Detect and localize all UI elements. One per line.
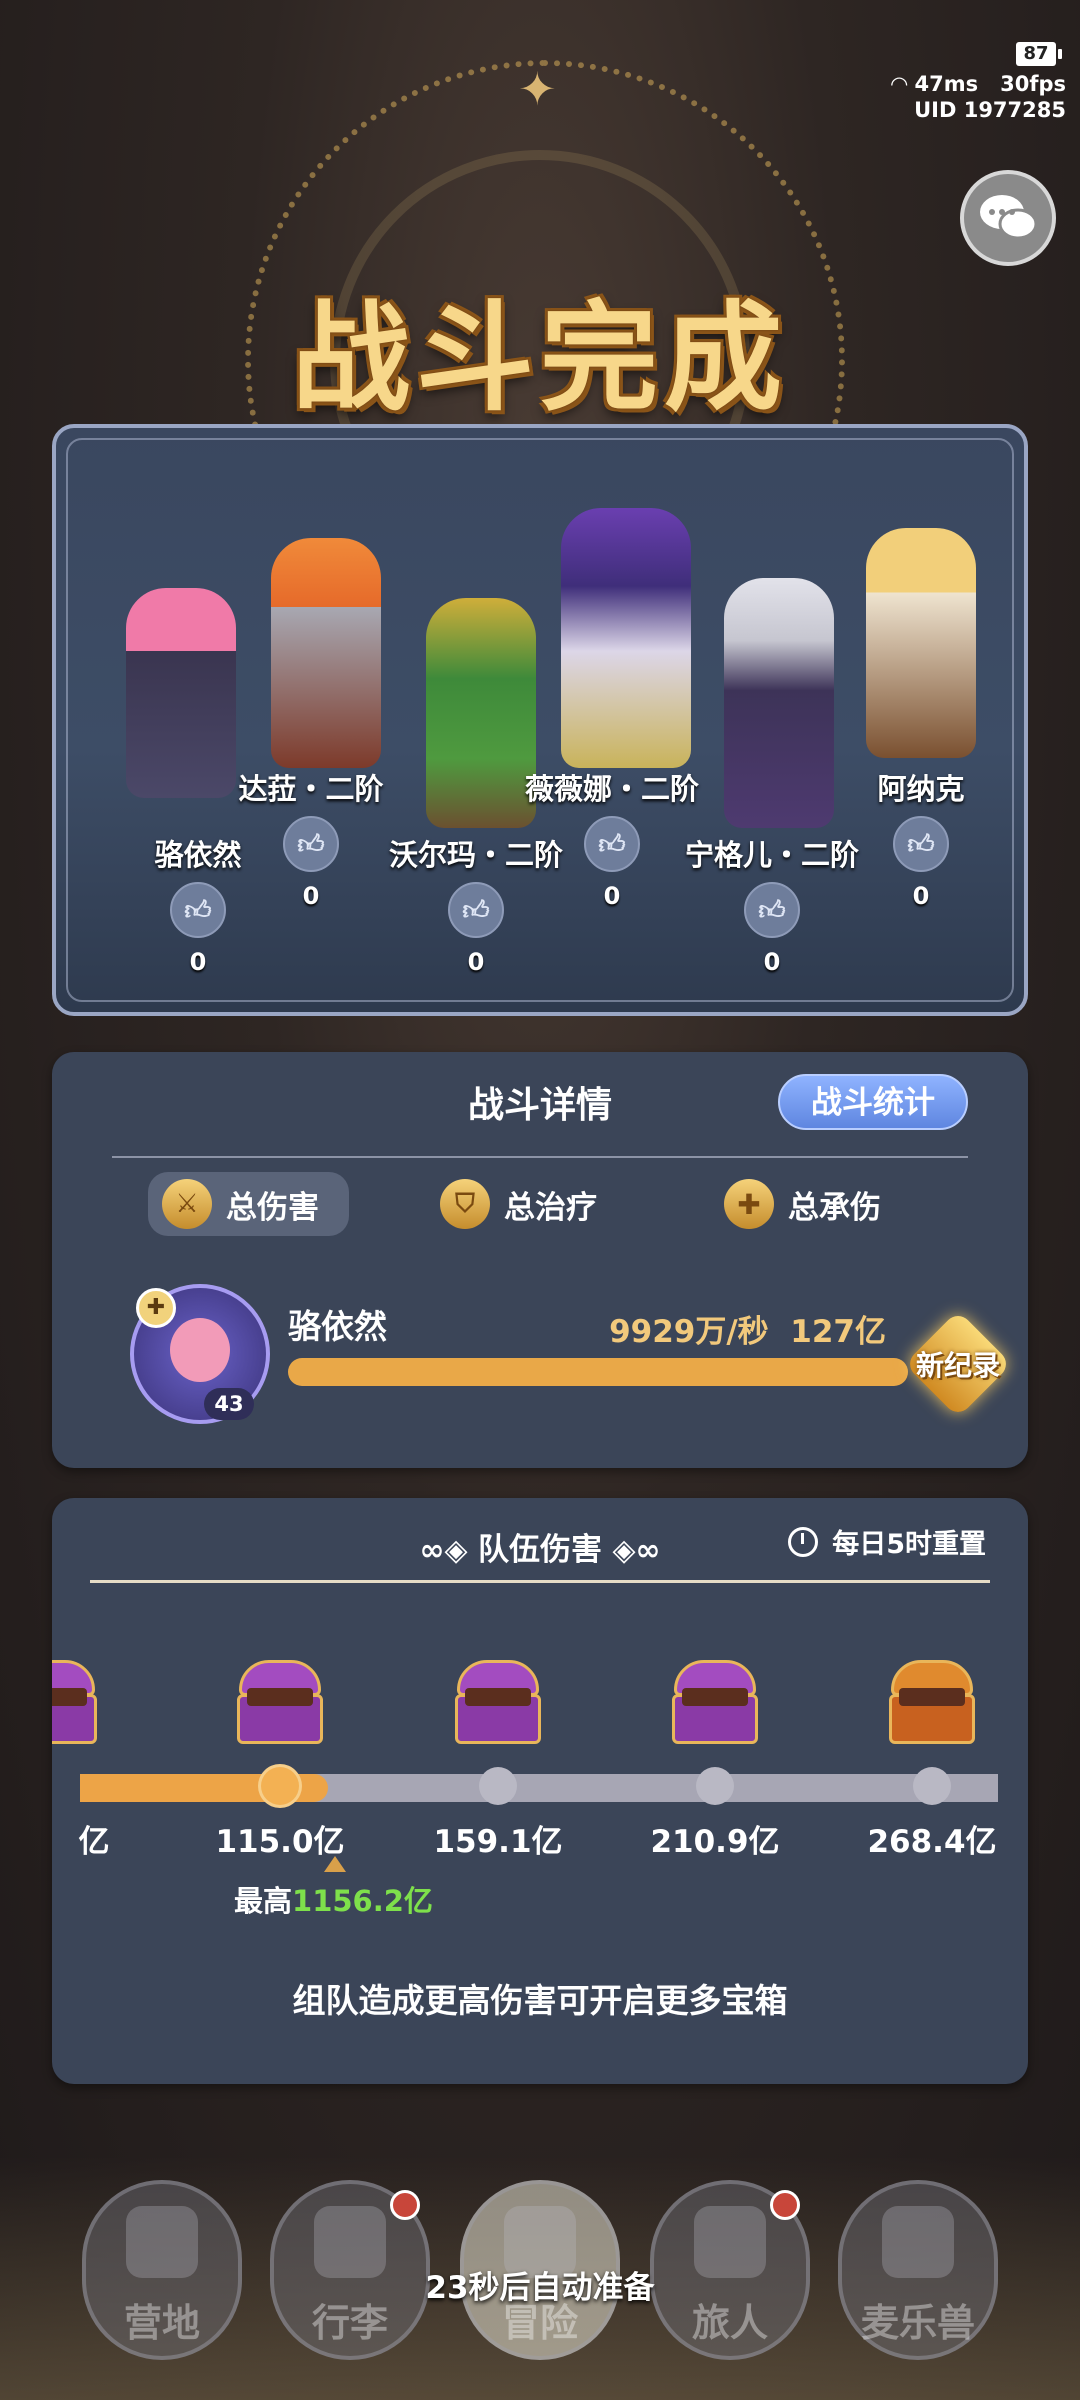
team-damage-panel: ∞◈ 队伍伤害 ◈∞ 每日5时重置 亿 115.0亿 159.1亿 210.9亿… xyxy=(52,1498,1028,2084)
like-button[interactable]: 👍︎ xyxy=(584,816,640,872)
battle-details-panel: 战斗详情 战斗统计 ⚔ 总伤害 ⛉ 总治疗 ✚ 总承伤 ✚ 43 骆依然 992… xyxy=(52,1052,1028,1468)
threshold-label: 115.0亿 xyxy=(215,1824,345,1860)
like-button[interactable]: 👍︎ xyxy=(744,882,800,938)
wifi-icon: ◠ xyxy=(891,72,915,96)
threshold-label: 268.4亿 xyxy=(867,1824,997,1860)
status-overlay: 87 ◠ 47ms 30fps UID 1977285 xyxy=(886,36,1066,126)
right-ornament-icon: ◈∞ xyxy=(602,1533,661,1568)
notification-dot xyxy=(390,2190,420,2220)
hero-figure-4[interactable] xyxy=(561,508,691,768)
class-emblem-icon: ✚ xyxy=(136,1288,176,1328)
reward-chest[interactable] xyxy=(889,1660,975,1744)
hero-figure-5[interactable] xyxy=(724,578,834,828)
hero-card-5: 宁格儿・二阶 👍︎ 0 xyxy=(662,832,882,976)
battle-complete-title: 战斗完成 xyxy=(291,289,788,427)
notification-dot xyxy=(770,2190,800,2220)
battle-stats-button[interactable]: 战斗统计 xyxy=(778,1074,968,1130)
like-button[interactable]: 👍︎ xyxy=(893,816,949,872)
player-level: 43 xyxy=(204,1388,254,1420)
tab-total-healing[interactable]: ⛉ 总治疗 xyxy=(440,1172,597,1236)
damage-bar xyxy=(288,1358,908,1386)
ping-text: 47ms xyxy=(914,72,979,96)
hero-figure-6[interactable] xyxy=(866,528,976,758)
tab-total-damage[interactable]: ⚔ 总伤害 xyxy=(148,1172,349,1236)
hero-figure-2[interactable] xyxy=(271,538,381,768)
hero-card-6: 阿纳克 👍︎ 0 xyxy=(856,766,986,910)
like-button[interactable]: 👍︎ xyxy=(448,882,504,938)
tab-label: 总伤害 xyxy=(226,1189,319,1226)
best-damage-value: 1156.2亿 xyxy=(292,1884,433,1918)
milestone-node xyxy=(479,1767,517,1805)
reward-chest[interactable] xyxy=(52,1660,97,1744)
player-name: 骆依然 xyxy=(288,1307,387,1346)
chat-button[interactable] xyxy=(960,170,1056,266)
milestone-node xyxy=(261,1767,299,1805)
sword-icon: ⚔ xyxy=(162,1179,212,1229)
total-damage-value: 127亿 xyxy=(790,1314,886,1350)
tab-label: 总承伤 xyxy=(788,1189,881,1226)
uid-text: UID 1977285 xyxy=(914,98,1066,122)
fps-text: 30fps xyxy=(1000,72,1066,96)
hero-name: 宁格儿・二阶 xyxy=(684,838,859,872)
reset-info: 每日5时重置 xyxy=(788,1522,986,1561)
divider xyxy=(112,1156,968,1158)
dps-value: 9929万/秒 xyxy=(609,1314,769,1350)
hero-showcase-panel: 骆依然 👍︎ 0 达菈・二阶 👍︎ 0 沃尔玛・二阶 👍︎ 0 薇薇娜・二阶 👍… xyxy=(52,424,1028,1016)
left-ornament-icon: ∞◈ xyxy=(419,1533,478,1568)
thumbs-up-icon: 👍︎ xyxy=(297,829,325,860)
best-damage: 最高1156.2亿 xyxy=(234,1884,433,1918)
thumbs-up-icon: 👍︎ xyxy=(462,895,490,926)
hero-name: 阿纳克 xyxy=(877,772,965,806)
threshold-label: 亿 xyxy=(78,1824,110,1860)
like-count: 0 xyxy=(189,948,207,976)
reward-chest[interactable] xyxy=(672,1660,758,1744)
battery-indicator: 87 xyxy=(1016,42,1062,66)
hero-name: 薇薇娜・二阶 xyxy=(524,772,699,806)
milestone-node xyxy=(696,1767,734,1805)
reward-chest[interactable] xyxy=(455,1660,541,1744)
tab-label: 总治疗 xyxy=(504,1189,597,1226)
reset-text: 每日5时重置 xyxy=(832,1529,986,1560)
thumbs-up-icon: 👍︎ xyxy=(184,895,212,926)
like-count: 0 xyxy=(467,948,485,976)
like-count: 0 xyxy=(763,948,781,976)
like-button[interactable]: 👍︎ xyxy=(283,816,339,872)
cross-icon: ✚ xyxy=(724,1179,774,1229)
chat-bubbles-icon xyxy=(980,195,1038,240)
divider xyxy=(90,1580,990,1583)
threshold-label: 210.9亿 xyxy=(650,1824,780,1860)
like-count: 0 xyxy=(912,882,930,910)
thumbs-up-icon: 👍︎ xyxy=(598,829,626,860)
team-damage-title: 队伍伤害 xyxy=(478,1532,602,1568)
tab-total-damage-taken[interactable]: ✚ 总承伤 xyxy=(724,1172,881,1236)
auto-ready-countdown: 23秒后自动准备 xyxy=(425,2270,655,2306)
clock-icon xyxy=(788,1526,819,1557)
milestone-node xyxy=(913,1767,951,1805)
shield-icon: ⛉ xyxy=(440,1179,490,1229)
team-progress-track xyxy=(80,1767,998,1805)
star-ornament-icon: ✦ xyxy=(518,62,557,116)
threshold-label: 159.1亿 xyxy=(433,1824,563,1860)
best-marker-icon xyxy=(324,1856,346,1872)
thumbs-up-icon: 👍︎ xyxy=(758,895,786,926)
reward-chest[interactable] xyxy=(237,1660,323,1744)
new-record-badge: 新纪录 xyxy=(904,1310,1012,1418)
thumbs-up-icon: 👍︎ xyxy=(907,829,935,860)
team-hint: 组队造成更高伤害可开启更多宝箱 xyxy=(292,1981,788,2020)
hero-name: 达菈・二阶 xyxy=(238,772,384,806)
